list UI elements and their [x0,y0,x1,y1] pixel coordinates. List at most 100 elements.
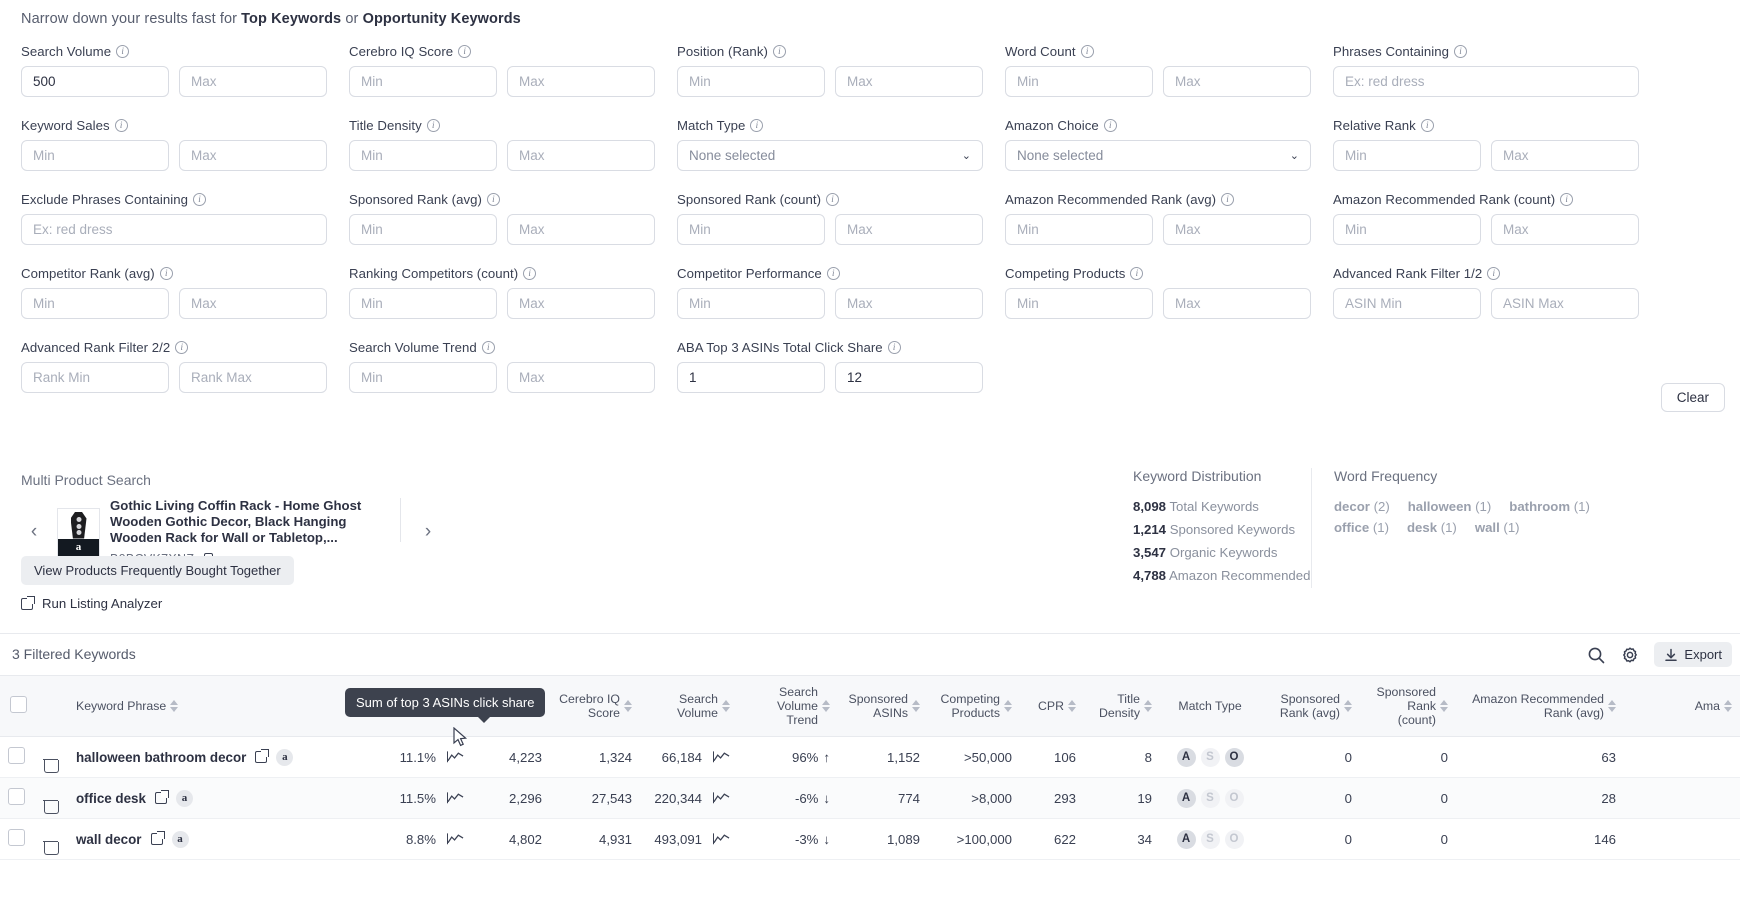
sort-icon[interactable] [822,700,830,712]
filter-min-input[interactable] [677,214,825,245]
info-icon[interactable]: i [193,193,206,206]
filter-max-input[interactable] [507,140,655,171]
filter-max-input[interactable] [507,66,655,97]
filter-min-input[interactable] [349,214,497,245]
amazon-icon[interactable]: a [176,790,193,807]
column-header-sponsored_asins[interactable]: Sponsored ASINs [838,676,928,737]
aba-sparkline-icon[interactable] [447,833,464,845]
filter-min-input[interactable] [677,288,825,319]
column-header-sv_trend[interactable]: Search Volume Trend [738,676,838,737]
column-header-cerebro[interactable]: Cerebro IQ Score [550,676,640,737]
select-all-checkbox[interactable] [10,696,27,713]
sort-icon[interactable] [1068,700,1076,712]
filter-max-input[interactable] [835,214,983,245]
info-icon[interactable]: i [826,193,839,206]
info-icon[interactable]: i [523,267,536,280]
filter-max-input[interactable] [179,66,327,97]
clear-filters-button[interactable]: Clear [1661,383,1725,412]
filter-min-input[interactable] [21,140,169,171]
filter-max-input[interactable] [179,140,327,171]
filter-max-input[interactable] [1163,288,1311,319]
table-row[interactable]: office deska11.5%2,29627,543220,344-6%↓7… [0,778,1740,819]
filter-max-input[interactable] [835,66,983,97]
external-link-icon[interactable] [255,751,267,763]
filter-max-input[interactable] [507,362,655,393]
filter-max-input[interactable] [179,362,327,393]
info-icon[interactable]: i [827,267,840,280]
word-frequency-item[interactable]: halloween (1) [1408,499,1492,514]
info-icon[interactable]: i [458,45,471,58]
info-icon[interactable]: i [773,45,786,58]
info-icon[interactable]: i [482,341,495,354]
frequently-bought-together-button[interactable]: View Products Frequently Bought Together [21,556,294,585]
info-icon[interactable]: i [427,119,440,132]
sort-icon[interactable] [624,700,632,712]
word-frequency-item[interactable]: office (1) [1334,520,1389,535]
info-icon[interactable]: i [116,45,129,58]
sort-icon[interactable] [1004,700,1012,712]
info-icon[interactable]: i [115,119,128,132]
amazon-icon[interactable]: a [172,831,189,848]
sort-icon[interactable] [722,700,730,712]
filter-min-input[interactable] [1333,214,1481,245]
column-header-competing_products[interactable]: Competing Products [928,676,1020,737]
column-header-sp_rank_count[interactable]: Sponsored Rank (count) [1360,676,1456,737]
carousel-prev-icon[interactable]: ‹ [21,519,47,545]
external-link-icon[interactable] [155,792,167,804]
word-frequency-item[interactable]: decor (2) [1334,499,1390,514]
info-icon[interactable]: i [750,119,763,132]
filter-min-input[interactable] [1005,288,1153,319]
filter-select[interactable]: None selected⌄ [677,140,983,171]
search-volume-sparkline-icon[interactable] [713,792,730,804]
row-checkbox[interactable] [8,747,25,764]
filter-min-input[interactable] [677,66,825,97]
column-header-keyword[interactable]: Keyword Phrase [68,676,380,737]
column-header-amz_rank_avg[interactable]: Amazon Recommended Rank (avg) [1456,676,1624,737]
filter-max-input[interactable] [1163,66,1311,97]
search-icon[interactable] [1586,645,1606,665]
filter-select[interactable]: None selected⌄ [1005,140,1311,171]
info-icon[interactable]: i [175,341,188,354]
info-icon[interactable]: i [1487,267,1500,280]
info-icon[interactable]: i [1560,193,1573,206]
filter-min-input[interactable] [1005,66,1153,97]
info-icon[interactable]: i [888,341,901,354]
row-checkbox[interactable] [8,829,25,846]
word-frequency-item[interactable]: wall (1) [1475,520,1520,535]
filter-max-input[interactable] [1491,214,1639,245]
info-icon[interactable]: i [1454,45,1467,58]
info-icon[interactable]: i [487,193,500,206]
filter-min-input[interactable] [349,140,497,171]
filter-min-input[interactable] [21,66,169,97]
filter-min-input[interactable] [21,288,169,319]
filter-max-input[interactable] [1163,214,1311,245]
filter-min-input[interactable] [1005,214,1153,245]
word-frequency-item[interactable]: desk (1) [1407,520,1457,535]
filter-max-input[interactable] [507,288,655,319]
filter-text-input[interactable] [1333,66,1639,97]
table-row[interactable]: halloween bathroom decora11.1%4,2231,324… [0,737,1740,778]
filter-min-input[interactable] [1333,288,1481,319]
amazon-icon[interactable]: a [276,749,293,766]
export-button[interactable]: Export [1654,642,1732,667]
filter-max-input[interactable] [507,214,655,245]
filter-min-input[interactable] [677,362,825,393]
filter-text-input[interactable] [21,214,327,245]
column-header-title_density[interactable]: Title Density [1084,676,1160,737]
search-volume-sparkline-icon[interactable] [713,833,730,845]
external-link-icon[interactable] [151,833,163,845]
info-icon[interactable]: i [1104,119,1117,132]
filter-max-input[interactable] [1491,288,1639,319]
aba-sparkline-icon[interactable] [447,751,464,763]
sort-icon[interactable] [1144,700,1152,712]
column-header-amz_rank_count[interactable]: Ama [1624,676,1740,737]
sort-icon[interactable] [912,700,920,712]
filter-min-input[interactable] [349,288,497,319]
column-header-cpr[interactable]: CPR [1020,676,1084,737]
aba-sparkline-icon[interactable] [447,792,464,804]
filter-max-input[interactable] [835,362,983,393]
row-checkbox[interactable] [8,788,25,805]
info-icon[interactable]: i [1221,193,1234,206]
filter-max-input[interactable] [1491,140,1639,171]
filter-min-input[interactable] [349,66,497,97]
